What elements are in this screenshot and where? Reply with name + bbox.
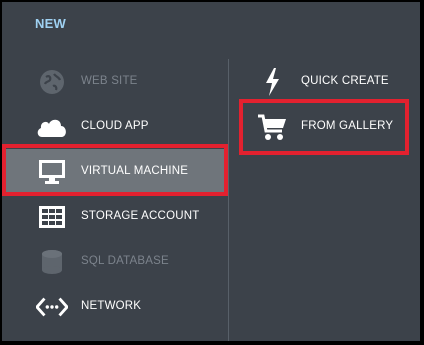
menu-item-label: NETWORK	[81, 300, 142, 312]
globe-icon	[36, 68, 68, 96]
new-menu-panel: NEW WEB SITE CLOUD APP VIRTUAL MACHINE S…	[2, 2, 420, 341]
menu-item-label: STORAGE ACCOUNT	[81, 210, 200, 222]
shopping-cart-icon	[256, 113, 288, 141]
menu-item-cloud-app[interactable]: CLOUD APP	[2, 104, 228, 149]
menu-item-storage-account[interactable]: STORAGE ACCOUNT	[2, 194, 228, 239]
network-icon	[36, 293, 68, 321]
option-from-gallery[interactable]: FROM GALLERY	[229, 104, 420, 149]
monitor-icon	[36, 158, 68, 186]
menu-item-virtual-machine[interactable]: VIRTUAL MACHINE	[2, 149, 228, 194]
category-list: WEB SITE CLOUD APP VIRTUAL MACHINE STORA…	[2, 2, 228, 341]
menu-item-network[interactable]: NETWORK	[2, 284, 228, 329]
menu-item-label: CLOUD APP	[81, 120, 149, 132]
option-list: QUICK CREATE FROM GALLERY	[229, 2, 420, 341]
cloud-icon	[36, 113, 68, 141]
menu-item-label: WEB SITE	[81, 75, 138, 87]
menu-item-label: SQL DATABASE	[81, 255, 169, 267]
lightning-icon	[256, 68, 288, 96]
database-icon	[36, 248, 68, 276]
menu-item-sql-database[interactable]: SQL DATABASE	[2, 239, 228, 284]
option-quick-create[interactable]: QUICK CREATE	[229, 59, 420, 104]
option-label: QUICK CREATE	[301, 75, 389, 87]
menu-item-label: VIRTUAL MACHINE	[81, 165, 189, 177]
table-icon	[36, 203, 68, 231]
option-label: FROM GALLERY	[301, 120, 394, 132]
menu-item-web-site[interactable]: WEB SITE	[2, 59, 228, 104]
